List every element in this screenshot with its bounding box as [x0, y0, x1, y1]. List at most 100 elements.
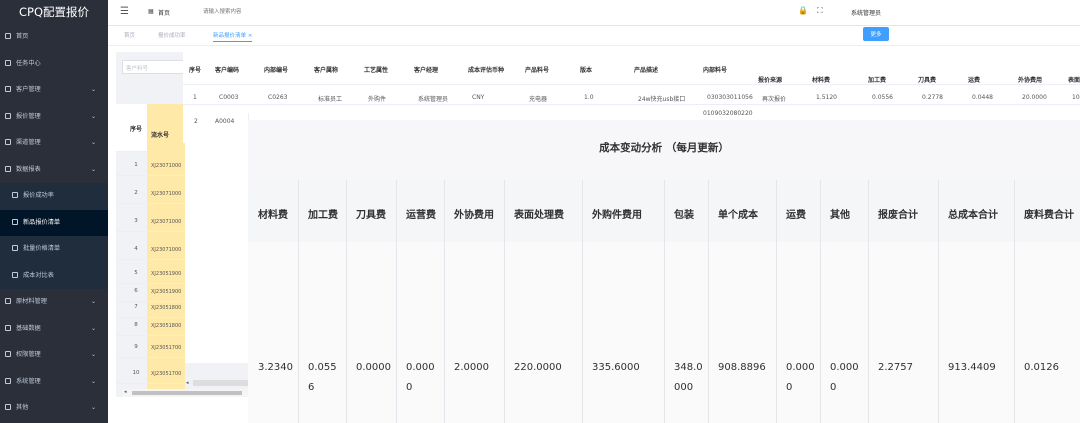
column-header[interactable]: 内部编号	[264, 65, 288, 74]
row2-no-top: 2	[194, 118, 198, 125]
popup-cell-value: 0.0000	[830, 362, 859, 393]
sidebar-item-after-2[interactable]: 权限管理 ⌄	[0, 342, 108, 369]
scroll-left-icon[interactable]: ◂	[124, 389, 127, 395]
sub-0-icon	[12, 192, 18, 198]
sidebar-item-sub-3[interactable]: 成本对比表	[0, 262, 108, 289]
sidebar-item-sub-2[interactable]: 批量价格清单	[0, 236, 108, 263]
search-input[interactable]	[203, 6, 323, 18]
horizontal-scrollbar[interactable]: ◂	[122, 389, 250, 397]
list-item-code[interactable]: XJ23051900	[151, 271, 181, 277]
column-header[interactable]: 客户属称	[314, 65, 338, 74]
table-cell: 100	[1072, 94, 1080, 101]
more-button[interactable]: 更多	[863, 27, 889, 41]
list-item-code[interactable]: XJ23051800	[151, 305, 181, 311]
popup-column-header: 加工费	[308, 210, 338, 221]
list-item-code[interactable]: XJ23051800	[151, 323, 181, 329]
list-item-code[interactable]: XJ23051900	[151, 289, 181, 295]
column-header[interactable]: 运费	[968, 75, 980, 84]
popup-cell-value: 3.2340	[258, 362, 293, 373]
popup-cell-value: 0.0000	[786, 362, 815, 393]
table-cell: 再次报价	[762, 96, 787, 103]
column-header[interactable]: 客户经理	[414, 65, 438, 74]
tag-new-quote-list[interactable]: 新品报价清单 ×	[213, 31, 253, 42]
tag-success-rate[interactable]: 报价成功率	[158, 31, 186, 39]
column-header[interactable]: 版本	[580, 65, 592, 74]
list-item-code[interactable]: XJ23071000	[151, 247, 181, 253]
scrollbar[interactable]	[193, 380, 248, 386]
sidebar-item-sub-1[interactable]: 新品报价清单	[0, 209, 108, 236]
column-divider	[938, 180, 939, 423]
column-header[interactable]: 加工费	[868, 75, 886, 84]
table-cell: 1.0	[584, 94, 594, 101]
tag-home[interactable]: 首页	[124, 31, 135, 39]
sidebar-item-label: 基础数据	[16, 324, 41, 332]
column-header[interactable]: 成本评估币种	[468, 65, 504, 74]
sidebar-item-after-4[interactable]: 其他 ⌄	[0, 395, 108, 422]
table-cell: 充电器	[529, 96, 548, 103]
chevron-down-icon: ⌄	[90, 86, 96, 93]
sidebar-item-main-1[interactable]: 任务中心	[0, 51, 108, 78]
table-cell: 标准员工	[318, 96, 343, 103]
sub-2-icon	[12, 245, 18, 251]
sidebar-item-main-4[interactable]: 渠道管理 ⌄	[0, 130, 108, 157]
sidebar-item-main-3[interactable]: 报价管理 ⌄	[0, 104, 108, 131]
main-5-icon	[5, 165, 11, 172]
main-4-icon	[5, 139, 11, 145]
column-header[interactable]: 材料费	[812, 75, 830, 84]
popup-column-header: 废料费合计	[1024, 210, 1074, 221]
list-item-code[interactable]: XJ23051700	[151, 371, 181, 377]
popup-column-header: 单个成本	[718, 210, 758, 221]
column-header[interactable]: 表面	[1068, 75, 1080, 84]
sidebar-item-label: 数据报表	[16, 165, 41, 173]
scrollbar-thumb[interactable]	[132, 391, 242, 395]
list-item-code[interactable]: XJ23071000	[151, 191, 181, 197]
sidebar-item-main-2[interactable]: 客户管理 ⌄	[0, 77, 108, 104]
sidebar-item-after-3[interactable]: 系统管理 ⌄	[0, 369, 108, 396]
lock-icon[interactable]: 🔒	[798, 6, 808, 15]
table-cell: C0263	[268, 94, 288, 101]
sidebar-item-label: 系统管理	[16, 377, 41, 385]
popup-column-header: 其他	[830, 210, 850, 221]
list-item-code[interactable]: XJ23051700	[151, 345, 181, 351]
column-header[interactable]: 产品料号	[525, 65, 549, 74]
top-header: ☰ ▦ 首页 🔒 ⛶ 系统管理员	[108, 0, 1080, 26]
column-divider	[346, 180, 347, 423]
list-item-no: 1	[134, 162, 138, 168]
column-divider	[868, 180, 869, 423]
hamburger-icon[interactable]: ☰	[120, 6, 129, 17]
sidebar-item-main-0[interactable]: 首页	[0, 24, 108, 51]
column-header[interactable]: 客户编码	[215, 65, 239, 74]
column-header[interactable]: 外协费用	[1018, 75, 1042, 84]
close-icon[interactable]: ×	[248, 33, 253, 39]
sidebar-item-after-0[interactable]: 原材料管理 ⌄	[0, 289, 108, 316]
customer-part-filter[interactable]: 客户料号	[122, 60, 186, 74]
column-header[interactable]: 刀具费	[918, 75, 936, 84]
column-header[interactable]: 工艺属性	[364, 65, 388, 74]
user-name[interactable]: 系统管理员	[851, 8, 881, 17]
row2-area	[185, 113, 249, 363]
list-item-code[interactable]: XJ23071000	[151, 163, 181, 169]
sidebar-item-after-1[interactable]: 基础数据 ⌄	[0, 316, 108, 343]
sidebar-item-sub-0[interactable]: 报价成功率	[0, 183, 108, 210]
column-header[interactable]: 报价来源	[758, 75, 782, 84]
column-header[interactable]: 序号	[189, 65, 201, 74]
table-cell: C0003	[219, 94, 239, 101]
tag-label: 新品报价清单	[213, 33, 247, 39]
table-cell: 外购件	[368, 96, 387, 103]
column-divider	[582, 180, 583, 423]
row-divider	[183, 104, 1080, 105]
scroll-left-arrow-icon[interactable]: ◂	[186, 380, 189, 386]
chevron-down-icon: ⌄	[90, 324, 96, 332]
sub-1-icon	[12, 218, 18, 225]
sidebar-item-label: 渠道管理	[16, 139, 41, 146]
breadcrumb[interactable]: 首页	[158, 8, 170, 17]
column-header[interactable]: 产品描述	[634, 65, 658, 74]
sidebar-item-label: 客户管理	[16, 86, 41, 93]
table-cell: 24w快充usb接口	[638, 96, 686, 103]
list-item-code[interactable]: XJ23071000	[151, 219, 181, 225]
fullscreen-icon[interactable]: ⛶	[817, 6, 823, 16]
column-header[interactable]: 内部料号	[703, 65, 727, 74]
left-header-no: 序号	[130, 126, 143, 133]
sidebar-item-main-5[interactable]: 数据报表 ⌄	[0, 157, 108, 184]
after-1-icon	[5, 324, 11, 331]
